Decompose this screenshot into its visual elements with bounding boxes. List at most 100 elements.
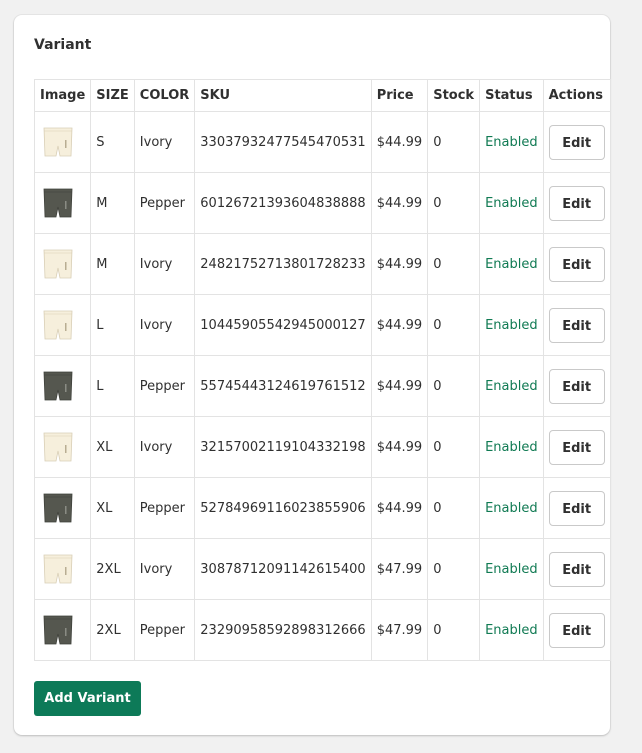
stock-cell: 0	[427, 294, 481, 356]
table-row: M Pepper 60126721393604838888 $44.99 0 Enable…	[33, 172, 611, 234]
price-cell: $47.99	[370, 599, 429, 661]
header-image: Image	[33, 79, 92, 112]
sku-cell: 10445905542945000127	[194, 294, 372, 356]
sku-cell: 24821752713801728233	[194, 233, 372, 295]
status-cell: Enabled	[479, 538, 544, 600]
status-cell: Enabled	[479, 599, 544, 661]
sku-cell: 60126721393604838888	[194, 172, 372, 234]
sku-cell: 52784969116023855906	[194, 477, 372, 539]
size-cell: XL	[90, 477, 135, 539]
sku-cell: 23290958592898312666	[194, 599, 372, 661]
card-title: Variant	[34, 37, 92, 53]
shorts-thumbnail-icon	[43, 493, 73, 523]
color-cell: Ivory	[133, 538, 196, 600]
actions-cell: Edit	[542, 599, 611, 661]
shorts-thumbnail-icon	[43, 249, 73, 279]
price-cell: $44.99	[370, 416, 429, 478]
actions-cell: Edit	[542, 294, 611, 356]
price-cell: $44.99	[370, 111, 429, 173]
size-cell: S	[90, 111, 135, 173]
table-row: XL Ivory 32157002119104332198 $44.99 0 Enable…	[33, 416, 611, 478]
shorts-thumbnail-icon	[43, 554, 73, 584]
actions-cell: Edit	[542, 416, 611, 478]
table-row: XL Pepper 52784969116023855906 $44.99 0 Enabl…	[33, 477, 611, 539]
table-row: 2XL Ivory 30878712091142615400 $47.99 0 Enabl…	[33, 538, 611, 600]
variant-card: Variant Image SIZE COLOR SKU Price Stock…	[14, 15, 611, 735]
stock-cell: 0	[427, 599, 481, 661]
actions-cell: Edit	[542, 111, 611, 173]
size-cell: M	[90, 172, 135, 234]
status-cell: Enabled	[479, 355, 544, 417]
table-row: L Pepper 55745443124619761512 $44.99 0 Enable…	[33, 355, 611, 417]
price-cell: $47.99	[370, 538, 429, 600]
variant-image-cell	[33, 233, 92, 295]
sku-cell: 55745443124619761512	[194, 355, 372, 417]
variant-table: Image SIZE COLOR SKU Price Stock Status …	[33, 79, 611, 661]
edit-button[interactable]: Edit	[548, 185, 605, 221]
color-cell: Ivory	[133, 233, 196, 295]
status-cell: Enabled	[479, 172, 544, 234]
sku-cell: 30878712091142615400	[194, 538, 372, 600]
size-cell: XL	[90, 416, 135, 478]
stock-cell: 0	[427, 477, 481, 539]
color-cell: Pepper	[133, 355, 196, 417]
stock-cell: 0	[427, 416, 481, 478]
variant-image-cell	[33, 538, 92, 600]
shorts-thumbnail-icon	[43, 432, 73, 462]
sku-cell: 32157002119104332198	[194, 416, 372, 478]
edit-button[interactable]: Edit	[548, 551, 605, 587]
table-row: S Ivory 33037932477545470531 $44.99 0 Enabled…	[33, 111, 611, 173]
actions-cell: Edit	[542, 477, 611, 539]
sku-cell: 33037932477545470531	[194, 111, 372, 173]
size-cell: 2XL	[90, 599, 135, 661]
color-cell: Pepper	[133, 172, 196, 234]
price-cell: $44.99	[370, 355, 429, 417]
color-cell: Pepper	[133, 477, 196, 539]
color-cell: Ivory	[133, 416, 196, 478]
stock-cell: 0	[427, 355, 481, 417]
edit-button[interactable]: Edit	[548, 307, 605, 343]
actions-cell: Edit	[542, 355, 611, 417]
variant-image-cell	[33, 355, 92, 417]
edit-button[interactable]: Edit	[548, 429, 605, 465]
shorts-thumbnail-icon	[43, 127, 73, 157]
variant-image-cell	[33, 477, 92, 539]
size-cell: L	[90, 355, 135, 417]
actions-cell: Edit	[542, 538, 611, 600]
status-cell: Enabled	[479, 233, 544, 295]
header-status: Status	[479, 79, 544, 112]
shorts-thumbnail-icon	[43, 188, 73, 218]
price-cell: $44.99	[370, 172, 429, 234]
status-cell: Enabled	[479, 111, 544, 173]
table-row: 2XL Pepper 23290958592898312666 $47.99 0 Enab…	[33, 599, 611, 661]
stock-cell: 0	[427, 233, 481, 295]
status-cell: Enabled	[479, 477, 544, 539]
table-row: L Ivory 10445905542945000127 $44.99 0 Enabled…	[33, 294, 611, 356]
add-variant-button[interactable]: Add Variant	[34, 681, 141, 716]
shorts-thumbnail-icon	[43, 310, 73, 340]
actions-cell: Edit	[542, 172, 611, 234]
edit-button[interactable]: Edit	[548, 368, 605, 404]
edit-button[interactable]: Edit	[548, 612, 605, 648]
shorts-thumbnail-icon	[43, 615, 73, 645]
size-cell: 2XL	[90, 538, 135, 600]
variant-image-cell	[33, 111, 92, 173]
stock-cell: 0	[427, 172, 481, 234]
price-cell: $44.99	[370, 233, 429, 295]
edit-button[interactable]: Edit	[548, 124, 605, 160]
header-size: SIZE	[90, 79, 135, 112]
color-cell: Pepper	[133, 599, 196, 661]
edit-button[interactable]: Edit	[548, 246, 605, 282]
variant-image-cell	[33, 294, 92, 356]
header-color: COLOR	[133, 79, 196, 112]
status-cell: Enabled	[479, 294, 544, 356]
size-cell: M	[90, 233, 135, 295]
color-cell: Ivory	[133, 111, 196, 173]
actions-cell: Edit	[542, 233, 611, 295]
size-cell: L	[90, 294, 135, 356]
header-stock: Stock	[427, 79, 481, 112]
header-actions: Actions	[542, 79, 611, 112]
variant-image-cell	[33, 599, 92, 661]
edit-button[interactable]: Edit	[548, 490, 605, 526]
table-header-row: Image SIZE COLOR SKU Price Stock Status …	[33, 79, 611, 112]
